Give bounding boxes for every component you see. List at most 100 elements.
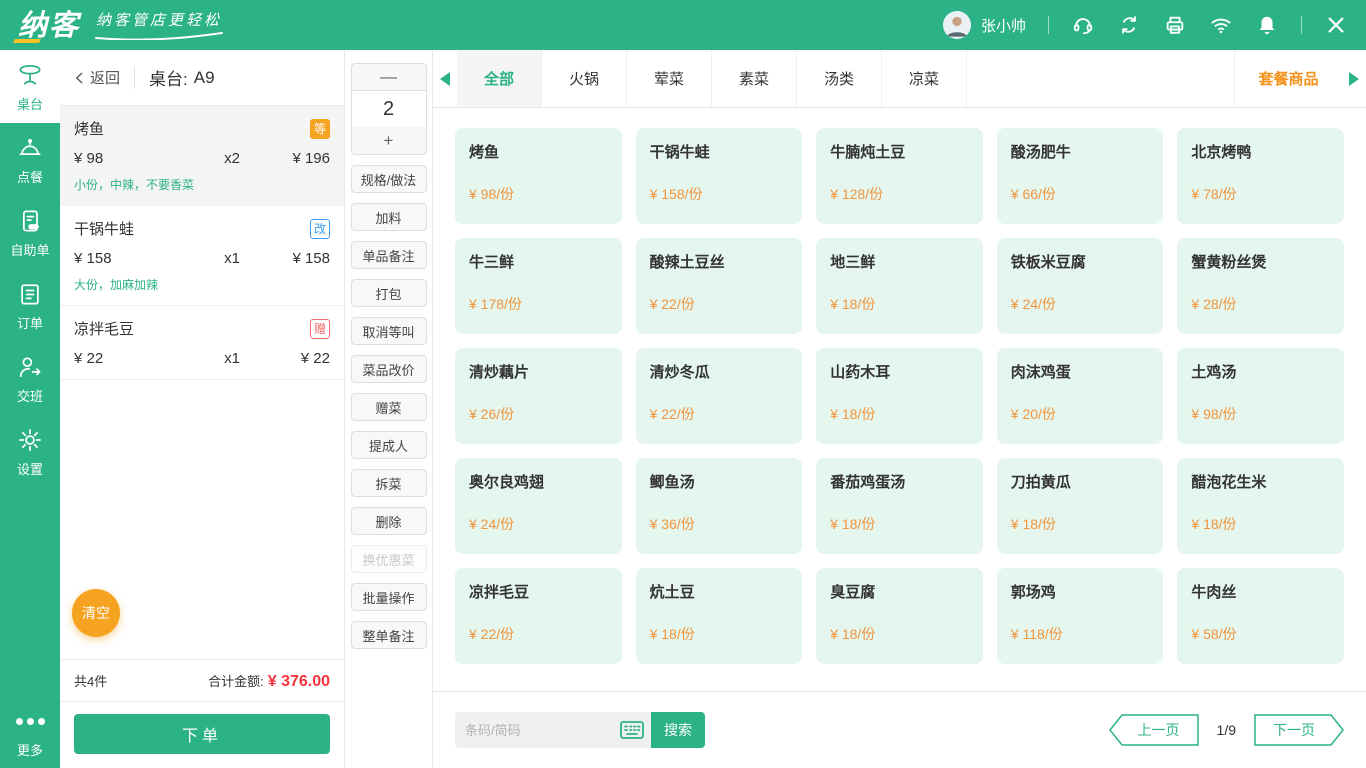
menu-item-card[interactable]: 烤鱼 ¥ 98/份	[455, 128, 622, 224]
action-button[interactable]: 赠菜	[351, 393, 427, 421]
menu-item-card[interactable]: 山药木耳 ¥ 18/份	[816, 348, 983, 444]
nav-item-tables[interactable]: 桌台	[0, 50, 60, 123]
category-tab-label: 素菜	[739, 68, 769, 89]
action-button[interactable]: 规格/做法	[351, 165, 427, 193]
category-tab[interactable]: 素菜	[712, 50, 797, 107]
order-item[interactable]: 干锅牛蛙 改 ¥ 158 x1 ¥ 158 大份，加麻加辣	[60, 206, 344, 306]
tabs-scroll-right-button[interactable]	[1342, 50, 1366, 107]
menu-item-card[interactable]: 酸辣土豆丝 ¥ 22/份	[636, 238, 803, 334]
nav-item-more[interactable]: 更多	[0, 698, 60, 768]
category-tab[interactable]: 凉菜	[882, 50, 967, 107]
action-button[interactable]: 加料	[351, 203, 427, 231]
menu-item-card[interactable]: 鲫鱼汤 ¥ 36/份	[636, 458, 803, 554]
menu-item-card[interactable]: 酸汤肥牛 ¥ 66/份	[997, 128, 1164, 224]
cloud-sync-icon[interactable]	[1117, 13, 1141, 37]
menu-item-name: 烤鱼	[469, 141, 608, 162]
menu-item-card[interactable]: 土鸡汤 ¥ 98/份	[1177, 348, 1344, 444]
action-button[interactable]: 提成人	[351, 431, 427, 459]
quantity-decrease-button[interactable]: —	[351, 63, 427, 91]
order-item-total: ¥ 22	[260, 350, 330, 367]
order-item[interactable]: 烤鱼 等 ¥ 98 x2 ¥ 196 小份，中辣，不要香菜	[60, 106, 344, 206]
menu-item-card[interactable]: 铁板米豆腐 ¥ 24/份	[997, 238, 1164, 334]
gear-icon	[16, 426, 44, 454]
nav-item-shift-change[interactable]: 交班	[0, 342, 60, 415]
place-order-button[interactable]: 下单	[74, 714, 330, 754]
action-button[interactable]: 取消等叫	[351, 317, 427, 345]
action-button[interactable]: 整单备注	[351, 621, 427, 649]
triangle-left-icon	[440, 72, 450, 86]
menu-item-card[interactable]: 干锅牛蛙 ¥ 158/份	[636, 128, 803, 224]
menu-item-card[interactable]: 清炒藕片 ¥ 26/份	[455, 348, 622, 444]
menu-item-card[interactable]: 炕土豆 ¥ 18/份	[636, 568, 803, 664]
menu-item-price: ¥ 128/份	[830, 184, 969, 204]
nav-item-order-food[interactable]: 点餐	[0, 123, 60, 196]
category-tab[interactable]: 火锅	[542, 50, 627, 107]
nav-item-label: 点餐	[17, 167, 43, 186]
menu-item-name: 牛肉丝	[1191, 581, 1330, 602]
brand-slogan-text: 纳客管店更轻松	[96, 9, 222, 30]
action-button[interactable]: 单品备注	[351, 241, 427, 269]
menu-item-card[interactable]: 臭豆腐 ¥ 18/份	[816, 568, 983, 664]
wifi-icon[interactable]	[1209, 13, 1233, 37]
menu-item-card[interactable]: 番茄鸡蛋汤 ¥ 18/份	[816, 458, 983, 554]
next-page-button[interactable]: 下一页	[1254, 714, 1344, 746]
action-button[interactable]: 删除	[351, 507, 427, 535]
menu-item-price: ¥ 20/份	[1011, 404, 1150, 424]
menu-item-card[interactable]: 地三鲜 ¥ 18/份	[816, 238, 983, 334]
brand-slogan: 纳客管店更轻松	[94, 9, 224, 41]
customer-service-icon[interactable]	[1071, 13, 1095, 37]
menu-item-name: 干锅牛蛙	[650, 141, 789, 162]
menu-item-card[interactable]: 凉拌毛豆 ¥ 22/份	[455, 568, 622, 664]
category-tabs: 全部 火锅 荤菜 素菜 汤类 凉菜	[457, 50, 967, 107]
action-button[interactable]: 拆菜	[351, 469, 427, 497]
close-window-icon[interactable]	[1324, 13, 1348, 37]
combo-products-tab[interactable]: 套餐商品	[1234, 50, 1342, 107]
action-button[interactable]: 换优惠菜	[351, 545, 427, 573]
menu-item-card[interactable]: 蟹黄粉丝煲 ¥ 28/份	[1177, 238, 1344, 334]
printer-icon[interactable]	[1163, 13, 1187, 37]
back-button[interactable]: 返回	[72, 67, 120, 88]
action-button[interactable]: 批量操作	[351, 583, 427, 611]
menu-item-card[interactable]: 牛三鲜 ¥ 178/份	[455, 238, 622, 334]
menu-item-card[interactable]: 牛腩炖土豆 ¥ 128/份	[816, 128, 983, 224]
menu-item-price: ¥ 18/份	[830, 514, 969, 534]
menu-item-name: 郭场鸡	[1011, 581, 1150, 602]
category-tab[interactable]: 全部	[457, 50, 542, 107]
menu-item-name: 铁板米豆腐	[1011, 251, 1150, 272]
order-item[interactable]: 凉拌毛豆 赠 ¥ 22 x1 ¥ 22	[60, 306, 344, 380]
quantity-increase-button[interactable]: +	[351, 127, 427, 155]
menu-item-card[interactable]: 醋泡花生米 ¥ 18/份	[1177, 458, 1344, 554]
bell-icon[interactable]	[1255, 13, 1279, 37]
keyboard-icon[interactable]	[613, 721, 651, 739]
category-tab[interactable]: 汤类	[797, 50, 882, 107]
menu-item-name: 清炒冬瓜	[650, 361, 789, 382]
nav-item-self-order[interactable]: 自助单	[0, 196, 60, 269]
prev-page-button[interactable]: 上一页	[1109, 714, 1199, 746]
menu-item-card[interactable]: 刀拍黄瓜 ¥ 18/份	[997, 458, 1164, 554]
barcode-search-input[interactable]	[455, 712, 613, 748]
nav-item-orders[interactable]: 订单	[0, 269, 60, 342]
quantity-value: 2	[351, 91, 427, 127]
nav-item-label: 桌台	[17, 94, 43, 113]
nav-item-settings[interactable]: 设置	[0, 415, 60, 488]
avatar[interactable]	[943, 11, 971, 39]
menu-item-name: 牛三鲜	[469, 251, 608, 272]
tabs-scroll-left-button[interactable]	[433, 50, 457, 107]
body-row: 桌台 点餐 自助单 订单 交班 设置	[0, 50, 1366, 768]
action-button[interactable]: 菜品改价	[351, 355, 427, 383]
menu-item-card[interactable]: 郭场鸡 ¥ 118/份	[997, 568, 1164, 664]
menu-item-card[interactable]: 清炒冬瓜 ¥ 22/份	[636, 348, 803, 444]
menu-item-price: ¥ 36/份	[650, 514, 789, 534]
action-button[interactable]: 打包	[351, 279, 427, 307]
menu-item-card[interactable]: 北京烤鸭 ¥ 78/份	[1177, 128, 1344, 224]
clear-order-button[interactable]: 清空	[72, 589, 120, 637]
menu-item-card[interactable]: 牛肉丝 ¥ 58/份	[1177, 568, 1344, 664]
search-button[interactable]: 搜索	[651, 712, 705, 748]
menu-item-card[interactable]: 肉沫鸡蛋 ¥ 20/份	[997, 348, 1164, 444]
menu-item-price: ¥ 18/份	[650, 624, 789, 644]
menu-item-card[interactable]: 奥尔良鸡翅 ¥ 24/份	[455, 458, 622, 554]
user-name[interactable]: 张小帅	[981, 15, 1026, 36]
more-dots-icon	[16, 707, 45, 735]
category-tab[interactable]: 荤菜	[627, 50, 712, 107]
back-button-label: 返回	[90, 67, 120, 88]
